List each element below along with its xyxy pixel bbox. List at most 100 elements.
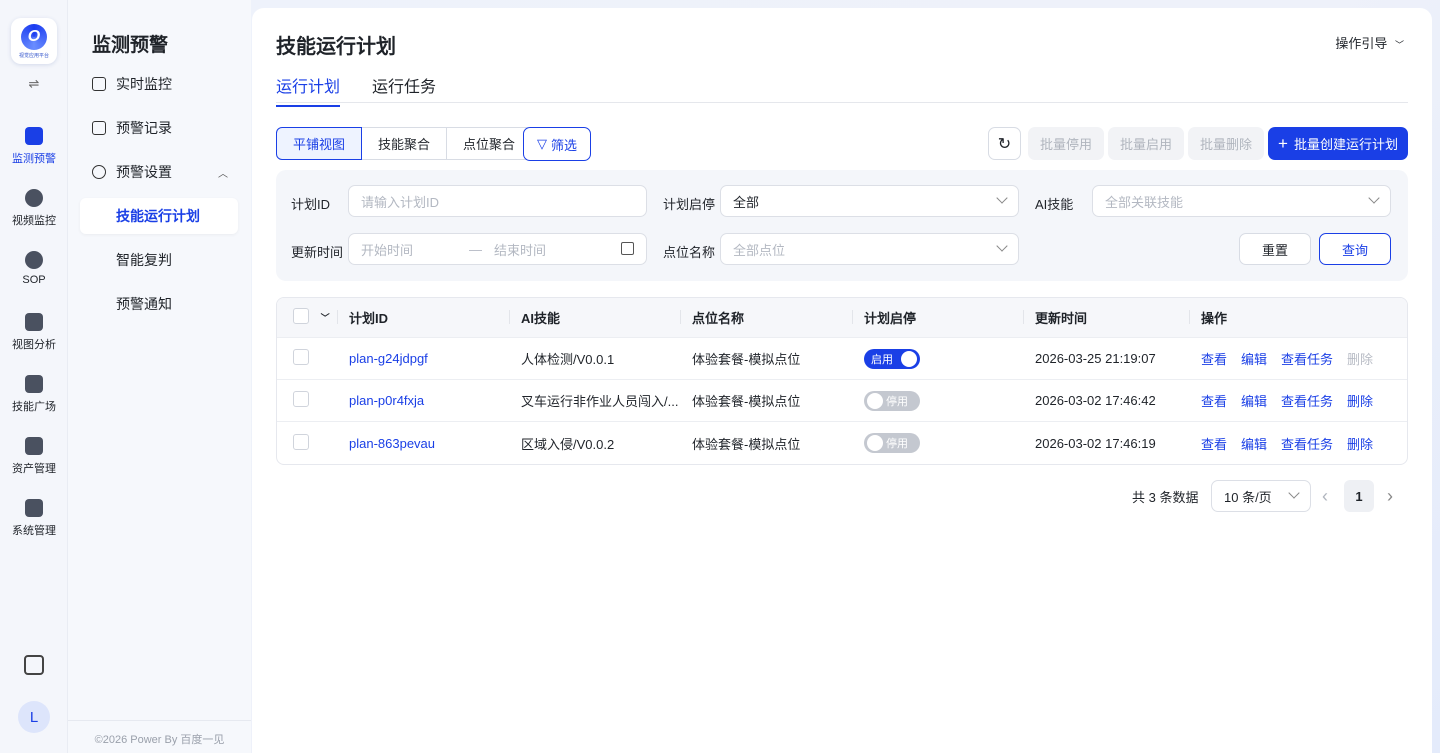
- tab-run-task[interactable]: 运行任务: [372, 73, 436, 105]
- time-cell: 2026-03-02 17:46:19: [1023, 436, 1189, 451]
- reset-button[interactable]: 重置: [1239, 233, 1311, 265]
- toggle-knob: [901, 350, 917, 367]
- collapse-toggle-icon[interactable]: ⇌: [24, 76, 44, 92]
- chevron-down-icon: ﹀: [1394, 40, 1404, 50]
- chevron-down-icon[interactable]: ﹀: [321, 313, 330, 323]
- rail-item-0[interactable]: 监测预警: [0, 127, 68, 166]
- monitor-icon: [92, 77, 106, 91]
- select-all-checkbox[interactable]: [293, 308, 309, 324]
- app-logo[interactable]: O 视觉应用平台: [11, 18, 57, 64]
- toggle-knob: [867, 392, 883, 409]
- time-range-picker[interactable]: 开始时间 — 结束时间: [348, 233, 647, 265]
- plus-icon: +: [1278, 133, 1288, 153]
- filter-button[interactable]: ▽ 筛选: [523, 127, 591, 161]
- plan-id-label: 计划ID: [291, 197, 331, 212]
- col-header-status: 计划启停: [852, 308, 1023, 327]
- rail-item-6[interactable]: 系统管理: [0, 499, 68, 538]
- sidebar-item-label: 智能复判: [116, 252, 172, 268]
- point-select[interactable]: 全部点位: [720, 233, 1019, 265]
- gear-icon: [92, 165, 106, 179]
- status-value: 全部: [733, 194, 760, 210]
- start-time-input[interactable]: 开始时间: [361, 240, 413, 259]
- status-text: 停用: [886, 438, 908, 450]
- sidebar-item-alarm-notice[interactable]: 预警通知: [80, 286, 238, 322]
- plan-id-cell: plan-863pevau: [337, 436, 509, 451]
- tab-run-plan[interactable]: 运行计划: [276, 73, 341, 107]
- search-button[interactable]: 查询: [1319, 233, 1391, 265]
- sidebar-item-skill-plan[interactable]: 技能运行计划: [80, 198, 238, 234]
- batch-start-button[interactable]: 批量启用: [1108, 127, 1185, 160]
- view-skill-button[interactable]: 技能聚合: [361, 127, 448, 160]
- view-tasks-button[interactable]: 查看任务: [1281, 394, 1333, 409]
- chevron-down-icon: [1288, 487, 1300, 499]
- end-time-input[interactable]: 结束时间: [494, 240, 546, 259]
- row-select-cell: [277, 433, 337, 453]
- edit-button[interactable]: 编辑: [1241, 394, 1267, 409]
- col-header-ops: 操作: [1189, 308, 1407, 327]
- batch-create-button[interactable]: + 批量创建运行计划: [1268, 127, 1408, 160]
- chart-icon: [25, 127, 43, 145]
- rail-item-2[interactable]: SOP: [0, 251, 68, 286]
- page-1-button[interactable]: 1: [1344, 480, 1374, 512]
- plan-id-link[interactable]: plan-p0r4fxja: [349, 393, 424, 408]
- col-header-point: 点位名称: [680, 308, 852, 327]
- point-cell: 体验套餐-模拟点位: [680, 349, 852, 368]
- sidebar-item-smart-review[interactable]: 智能复判: [80, 242, 238, 278]
- sidebar-item-realtime[interactable]: 实时监控: [80, 66, 238, 102]
- view-point-button[interactable]: 点位聚合: [446, 127, 533, 160]
- row-checkbox[interactable]: [293, 391, 309, 407]
- filter-icon: ▽: [536, 136, 547, 151]
- view-tile-button[interactable]: 平铺视图: [276, 127, 363, 160]
- plan-id-link[interactable]: plan-863pevau: [349, 436, 435, 451]
- page-size-value: 10 条/页: [1224, 489, 1272, 505]
- batch-stop-button[interactable]: 批量停用: [1028, 127, 1105, 160]
- pagination-total: 共 3 条数据: [1132, 489, 1199, 505]
- sidebar-item-alarm-records[interactable]: 预警记录: [80, 110, 238, 146]
- logo-mark-icon: O: [21, 23, 47, 50]
- delete-button[interactable]: 删除: [1347, 437, 1373, 452]
- page-size-select[interactable]: 10 条/页: [1211, 480, 1311, 512]
- batch-delete-button[interactable]: 批量删除: [1188, 127, 1265, 160]
- delete-button[interactable]: 删除: [1347, 394, 1373, 409]
- skill-cell: 叉车运行非作业人员闯入/...: [509, 391, 680, 410]
- avatar[interactable]: L: [18, 701, 50, 733]
- point-cell: 体验套餐-模拟点位: [680, 434, 852, 453]
- guide-label: 操作引导: [1335, 36, 1388, 51]
- view-tasks-button[interactable]: 查看任务: [1281, 437, 1333, 452]
- skill-select[interactable]: 全部关联技能: [1092, 185, 1391, 217]
- status-select[interactable]: 全部: [720, 185, 1019, 217]
- rail-item-label: 视频监控: [12, 215, 56, 227]
- rail-item-5[interactable]: 资产管理: [0, 437, 68, 476]
- time-text: 2026-03-25 21:19:07: [1035, 351, 1156, 366]
- view-button[interactable]: 查看: [1201, 437, 1227, 452]
- plan-id-link[interactable]: plan-g24jdpgf: [349, 351, 428, 366]
- status-toggle[interactable]: 启用: [864, 348, 920, 369]
- view-button[interactable]: 查看: [1201, 352, 1227, 367]
- view-button[interactable]: 查看: [1201, 394, 1227, 409]
- status-toggle[interactable]: 停用: [864, 390, 920, 411]
- point-label: 点位名称: [663, 245, 716, 260]
- refresh-button[interactable]: ↻: [988, 127, 1021, 160]
- row-checkbox[interactable]: [293, 433, 309, 450]
- row-checkbox[interactable]: [293, 349, 309, 365]
- chevron-up-icon: ︿: [218, 168, 228, 180]
- view-tasks-button[interactable]: 查看任务: [1281, 352, 1333, 367]
- status-toggle[interactable]: 停用: [864, 433, 920, 453]
- ops-cell: 查看 编辑 查看任务 删除: [1189, 434, 1407, 453]
- edit-button[interactable]: 编辑: [1241, 437, 1267, 452]
- rail-item-4[interactable]: 技能广场: [0, 375, 68, 414]
- col-header-id: 计划ID: [337, 308, 509, 327]
- sidebar-item-label: 预警记录: [116, 120, 172, 136]
- edit-button[interactable]: 编辑: [1241, 352, 1267, 367]
- time-cell: 2026-03-25 21:19:07: [1023, 351, 1189, 366]
- rail-item-1[interactable]: 视频监控: [0, 189, 68, 228]
- prev-page-button[interactable]: ‹: [1322, 480, 1328, 512]
- row-select-cell: [277, 349, 337, 368]
- delete-button[interactable]: 删除: [1347, 352, 1373, 367]
- next-page-button[interactable]: ›: [1387, 480, 1393, 512]
- plan-id-input[interactable]: 请输入计划ID: [348, 185, 647, 217]
- guide-dropdown[interactable]: 操作引导 ﹀: [1335, 33, 1404, 52]
- calendar-settings-icon[interactable]: [24, 655, 44, 675]
- rail-item-3[interactable]: 视图分析: [0, 313, 68, 352]
- sidebar-item-alarm-settings[interactable]: 预警设置 ︿: [80, 154, 238, 190]
